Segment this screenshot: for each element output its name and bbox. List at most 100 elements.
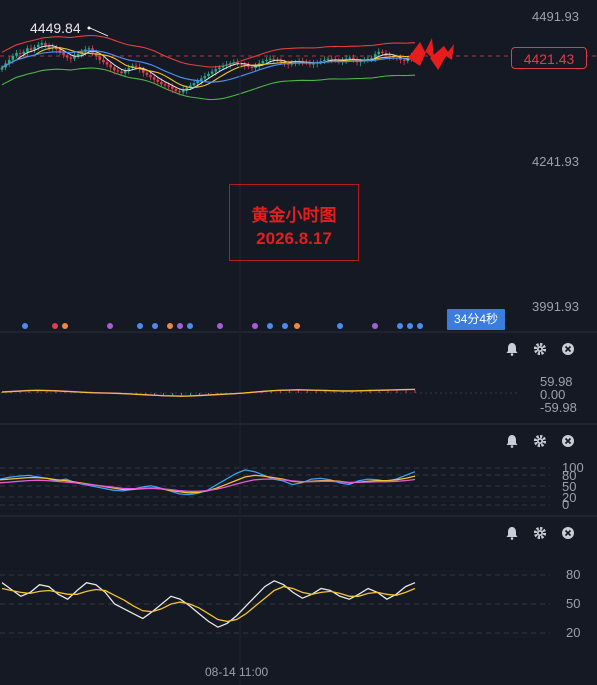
countdown-badge: 34分4秒	[447, 309, 505, 330]
event-dot	[62, 323, 68, 329]
candle-body	[203, 76, 207, 79]
annotation-date: 2026.8.17	[256, 229, 332, 248]
candle-body	[65, 55, 69, 58]
candle-body	[105, 62, 109, 65]
candle-body	[326, 58, 330, 60]
candle-body	[120, 71, 123, 74]
event-dot	[397, 323, 403, 329]
candle-body	[381, 51, 384, 53]
candle-body	[116, 70, 120, 72]
candle-body	[36, 44, 40, 48]
bell-icon[interactable]	[505, 342, 519, 356]
candle-body	[0, 67, 4, 70]
candle-body	[160, 81, 163, 85]
macd-tick-bottom: -59.98	[540, 400, 577, 415]
candle-body	[402, 59, 406, 62]
candle-body	[232, 62, 236, 64]
candle-body	[76, 54, 80, 56]
gear-icon[interactable]	[533, 526, 547, 540]
candle-body	[170, 86, 174, 89]
candle-body	[149, 74, 152, 78]
candle-body	[279, 61, 283, 63]
candle-body	[156, 79, 160, 82]
event-dot	[152, 323, 158, 329]
annotation-title: 黄金小时图	[251, 206, 337, 225]
candle-body	[29, 48, 33, 51]
candle-body	[268, 58, 272, 60]
candle-body	[145, 72, 149, 75]
kdj-tick-0: 0	[562, 497, 569, 512]
bell-icon[interactable]	[505, 434, 519, 448]
macd-pane-controls	[505, 342, 575, 356]
candle-body	[11, 55, 15, 60]
event-dot	[52, 323, 58, 329]
rsi-pane: 80 50 20	[0, 567, 580, 640]
candle-body	[348, 57, 352, 59]
event-dot	[417, 323, 423, 329]
candle-body	[98, 56, 102, 60]
price-tick-bottom: 3991.93	[532, 299, 579, 314]
candle-body	[265, 59, 268, 62]
candle-body	[44, 43, 47, 46]
price-tick-mid: 4241.93	[532, 154, 579, 169]
gear-icon[interactable]	[533, 342, 547, 356]
candle-body	[225, 64, 228, 66]
candle-body	[18, 52, 22, 55]
event-dot	[217, 323, 223, 329]
candle-body	[62, 52, 65, 56]
macd-series-line	[1, 388, 416, 397]
event-dot	[177, 323, 183, 329]
candle-body	[69, 57, 73, 59]
event-dot	[167, 323, 173, 329]
macd-pane: 59.98 0.00 -59.98	[0, 374, 577, 415]
candle-body	[87, 48, 91, 50]
high-marker-dot	[87, 26, 91, 30]
close-icon[interactable]	[561, 434, 575, 448]
candle-body	[178, 91, 181, 93]
rsi-pane-controls	[505, 526, 575, 540]
event-dot	[252, 323, 258, 329]
close-icon[interactable]	[561, 342, 575, 356]
close-icon[interactable]	[561, 526, 575, 540]
candle-body	[218, 67, 221, 70]
candle-body	[323, 59, 326, 62]
candle-body	[163, 84, 167, 86]
gear-icon[interactable]	[533, 434, 547, 448]
time-axis-label: 08-14 11:00	[205, 665, 268, 679]
candle-body	[370, 57, 373, 59]
candle-body	[26, 48, 29, 52]
event-dot	[282, 323, 288, 329]
candle-body	[228, 63, 232, 65]
candle-body	[192, 83, 196, 86]
candle-body	[152, 77, 156, 80]
candle-body	[377, 51, 381, 55]
event-dot	[294, 323, 300, 329]
candle-body	[181, 90, 185, 93]
rsi-tick-80: 80	[566, 567, 580, 582]
candle-body	[272, 58, 276, 60]
event-dot	[372, 323, 378, 329]
event-dot	[137, 323, 143, 329]
event-dot	[22, 323, 28, 329]
high-marker-line	[89, 27, 109, 37]
candle-body	[210, 71, 214, 74]
kdj-pane-controls	[505, 434, 575, 448]
bell-icon[interactable]	[505, 526, 519, 540]
kdj-pane: 100 80 50 20 0	[0, 460, 584, 512]
candle-body	[113, 67, 116, 71]
candle-body	[250, 66, 254, 68]
event-dot	[107, 323, 113, 329]
event-dot	[407, 323, 413, 329]
candle-body	[167, 85, 170, 87]
candle-body	[15, 52, 18, 56]
main-price-pane: 4449.84 4491.93 4241.93 3991.93	[0, 9, 597, 329]
candle-body	[330, 58, 333, 60]
candle-body	[388, 55, 391, 57]
event-dot	[337, 323, 343, 329]
annotation-box: 黄金小时图 2026.8.17	[229, 184, 359, 261]
candle-body	[214, 69, 218, 72]
candle-body	[134, 65, 138, 67]
candle-body	[236, 62, 239, 64]
candle-body	[102, 59, 105, 63]
candle-body	[174, 88, 178, 92]
